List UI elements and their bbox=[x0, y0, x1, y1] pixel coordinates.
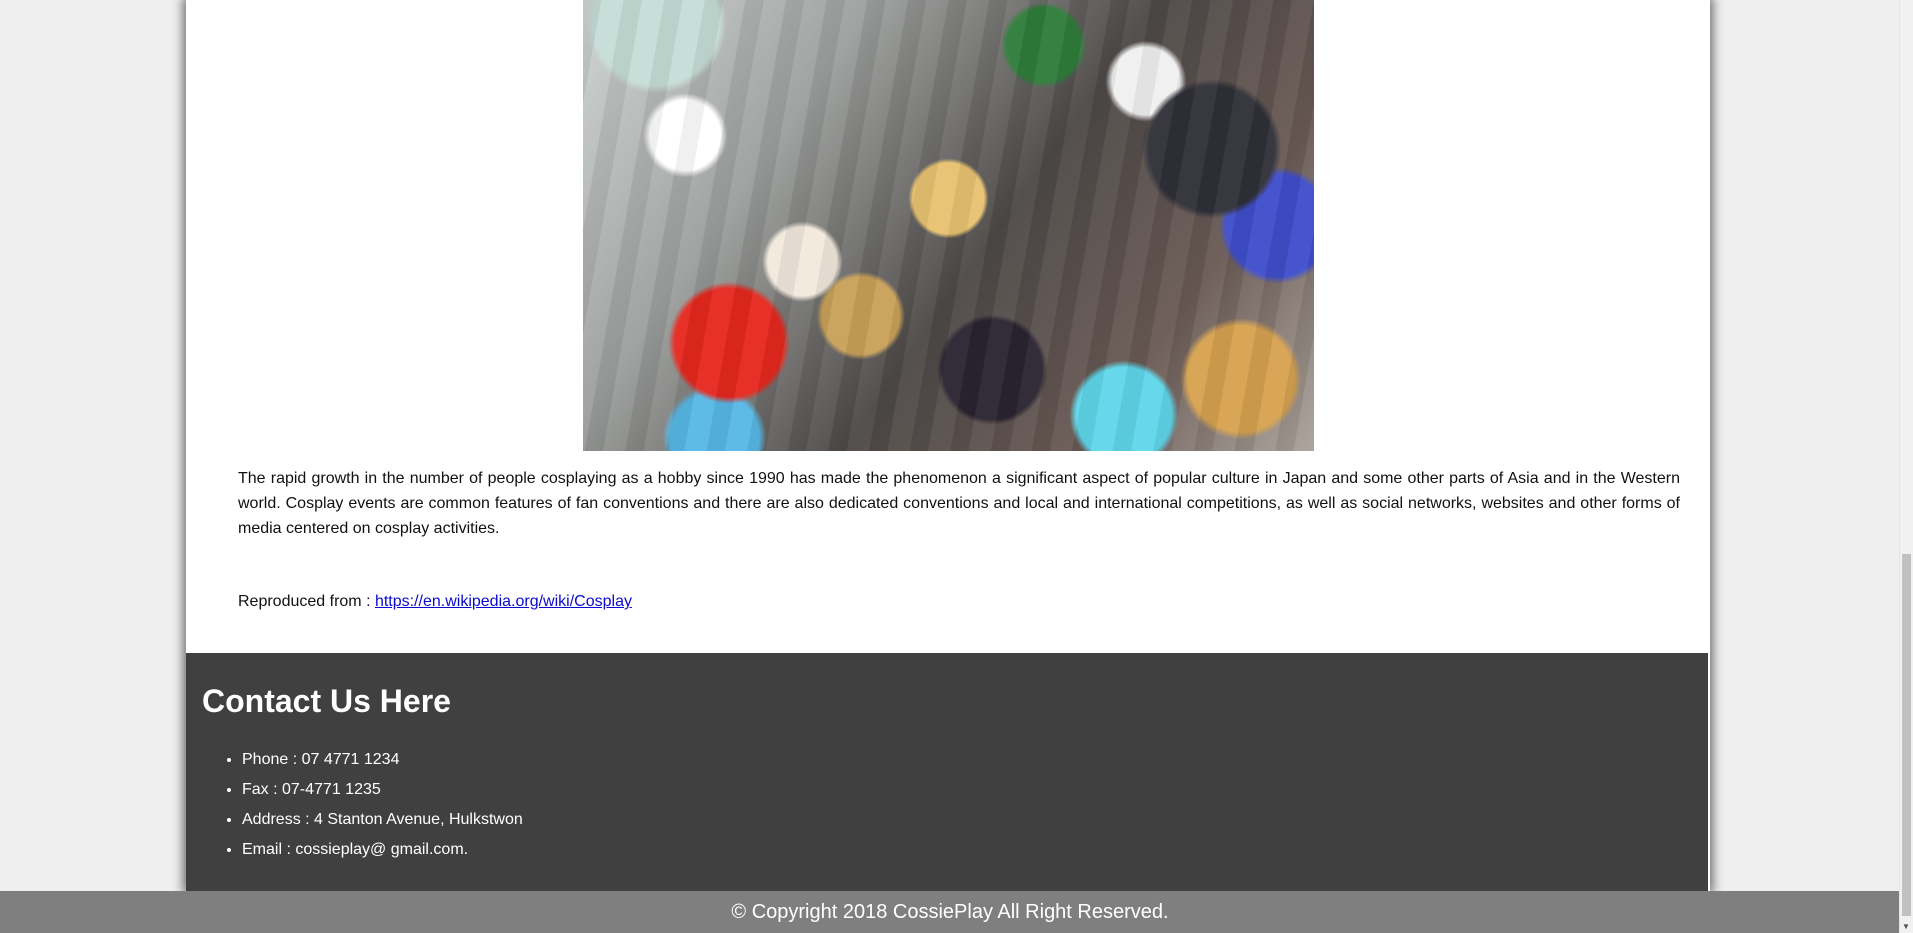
contact-section: Contact Us Here Phone : 07 4771 1234 Fax… bbox=[186, 653, 1708, 891]
photo-texture bbox=[583, 0, 1314, 451]
contact-phone: Phone : 07 4771 1234 bbox=[242, 745, 523, 775]
contact-list: Phone : 07 4771 1234 Fax : 07-4771 1235 … bbox=[206, 745, 523, 865]
copyright-text: © Copyright 2018 CossiePlay All Right Re… bbox=[731, 900, 1169, 923]
reproduced-label: Reproduced from : bbox=[238, 593, 375, 610]
wikipedia-link[interactable]: https://en.wikipedia.org/wiki/Cosplay bbox=[375, 593, 632, 610]
cosplay-photo bbox=[583, 0, 1314, 451]
scroll-down-arrow-icon[interactable]: ▼ bbox=[1902, 923, 1910, 931]
scrollbar-thumb[interactable] bbox=[1902, 554, 1911, 916]
vertical-scrollbar[interactable]: ▼ bbox=[1899, 0, 1913, 933]
contact-fax: Fax : 07-4771 1235 bbox=[242, 775, 523, 805]
article-paragraph: The rapid growth in the number of people… bbox=[238, 470, 1680, 537]
copyright-bar: © Copyright 2018 CossiePlay All Right Re… bbox=[0, 891, 1900, 933]
reproduced-from: Reproduced from : https://en.wikipedia.o… bbox=[238, 593, 632, 611]
contact-address: Address : 4 Stanton Avenue, Hulkstwon bbox=[242, 805, 523, 835]
contact-email: Email : cossieplay@ gmail.com. bbox=[242, 835, 523, 865]
contact-heading: Contact Us Here bbox=[202, 683, 451, 719]
